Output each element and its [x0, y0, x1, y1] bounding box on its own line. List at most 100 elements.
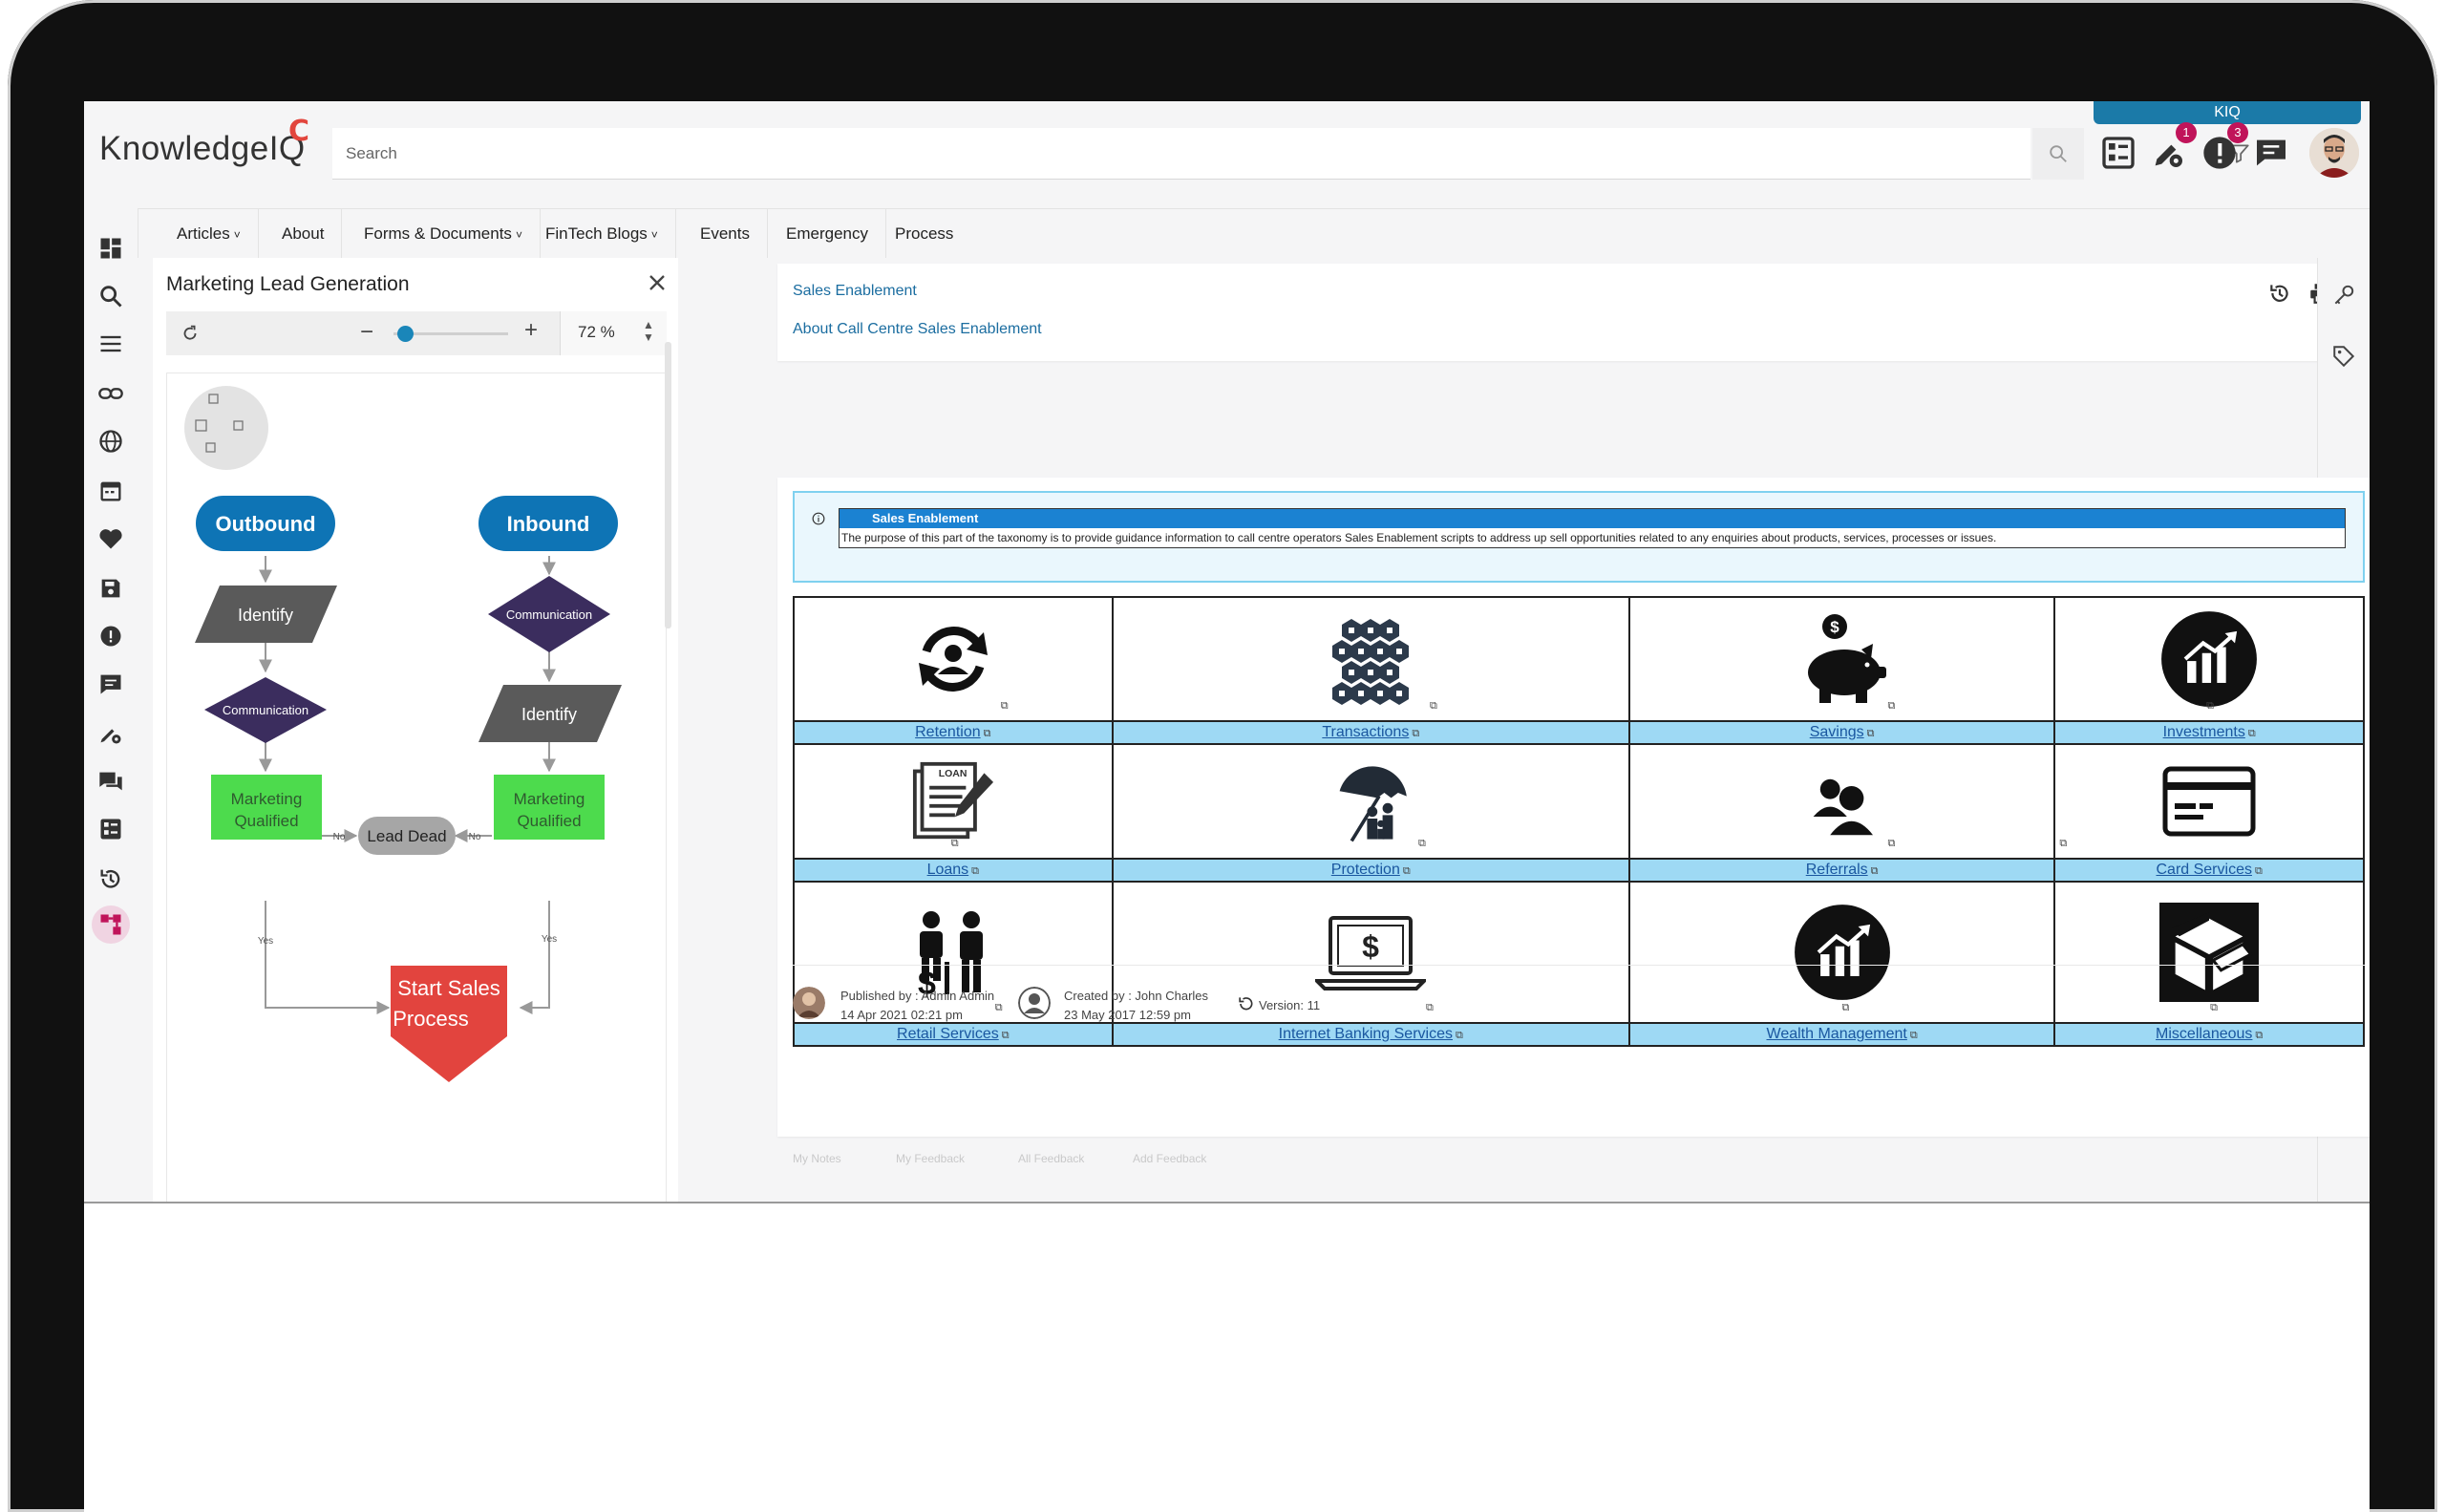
breadcrumb-current-link[interactable]: About Call Centre Sales Enablement	[793, 321, 1042, 338]
retention-icon	[918, 627, 988, 692]
user-avatar[interactable]	[2309, 128, 2359, 178]
node-label: Qualified	[234, 812, 298, 830]
alerts-badge: 3	[2227, 122, 2248, 143]
close-icon[interactable]	[644, 269, 670, 296]
flow-node-outbound[interactable]: Outbound	[196, 496, 335, 551]
dashboard-list-icon[interactable]	[2099, 134, 2137, 172]
flow-node-communication-left[interactable]: Communication	[204, 677, 327, 743]
all-feedback-button[interactable]: All Feedback	[1018, 1152, 1084, 1165]
feedback-toolbar: My Notes My Feedback All Feedback Add Fe…	[777, 1144, 1733, 1173]
panel-scrollbar[interactable]	[665, 342, 671, 628]
heart-icon[interactable]	[97, 525, 124, 552]
search-input[interactable]	[346, 138, 1874, 170]
tile-label-cell: Wealth Management ⧉	[1627, 1022, 2056, 1047]
app-window: KnowledgeIQ 𝗖 KIQ 1 3	[84, 101, 2370, 1203]
node-label: Qualified	[517, 812, 581, 830]
zoom-in-button[interactable]: +	[521, 317, 541, 344]
tile-image-transactions[interactable]: ⧉	[1111, 596, 1630, 722]
flow-canvas[interactable]: Outbound Inbound Identify Communication …	[166, 373, 667, 1203]
refresh-icon[interactable]	[180, 323, 201, 344]
tile-image-savings[interactable]: $ ⧉	[1627, 596, 2056, 722]
globe-icon[interactable]	[97, 428, 124, 455]
tile-link-referrals[interactable]: Referrals	[1806, 862, 1868, 878]
flow-node-inbound[interactable]: Inbound	[478, 496, 618, 551]
flow-node-communication-right[interactable]: Communication	[488, 576, 610, 652]
tile-label-cell: Savings ⧉	[1627, 720, 2056, 745]
search-icon[interactable]	[97, 283, 124, 309]
published-info: Published by : Admin Admin 14 Apr 2021 0…	[840, 987, 994, 1025]
menu-icon[interactable]	[97, 330, 124, 357]
node-label: Inbound	[507, 512, 590, 536]
tile-link-loans[interactable]: Loans	[927, 862, 969, 878]
breadcrumb-parent-link[interactable]: Sales Enablement	[793, 283, 917, 300]
tile-image-protection[interactable]: ⧉	[1111, 743, 1630, 860]
nav-events[interactable]: Events	[683, 209, 768, 259]
tile-link-internet-banking[interactable]: Internet Banking Services	[1279, 1026, 1453, 1042]
key-icon[interactable]	[2331, 283, 2356, 308]
pen-gear-icon[interactable]	[97, 720, 124, 747]
nav-forms-documents[interactable]: Forms & Documents ˅	[347, 209, 541, 259]
created-by: Created by : John Charles	[1064, 989, 1209, 1003]
tile-image-loans[interactable]: LOAN ⧉	[793, 743, 1114, 860]
zoom-spinner-icon[interactable]: ▲ ▼	[643, 319, 654, 344]
zoom-slider-thumb[interactable]	[396, 326, 414, 342]
nav-emergency[interactable]: Emergency	[769, 209, 886, 259]
nav-about[interactable]: About	[265, 209, 343, 259]
alert-icon[interactable]	[97, 623, 124, 650]
my-notes-button[interactable]: My Notes	[793, 1152, 841, 1165]
chat-bubbles-icon[interactable]	[97, 768, 124, 795]
tile-image-referrals[interactable]: ⧉	[1627, 743, 2056, 860]
node-label: Lead Dead	[367, 827, 446, 845]
tile-link-investments[interactable]: Investments	[2163, 724, 2245, 740]
calendar-icon[interactable]	[97, 478, 124, 504]
tile-link-retention[interactable]: Retention	[915, 724, 981, 740]
kiq-tab[interactable]: KIQ	[2094, 101, 2361, 124]
flow-node-identify-right[interactable]: Identify	[478, 685, 622, 742]
tile-link-transactions[interactable]: Transactions	[1322, 724, 1409, 740]
alerts-notifications[interactable]: 3	[2200, 122, 2248, 172]
intro-callout: Sales Enablement The purpose of this par…	[793, 491, 2365, 583]
tile-link-miscellaneous[interactable]: Miscellaneous	[2156, 1026, 2252, 1042]
history-icon[interactable]	[97, 865, 124, 892]
flow-node-start-sales-process[interactable]: Start Sales Process	[391, 966, 507, 1082]
tile-image-card-services[interactable]: ⧉	[2053, 743, 2365, 860]
nav-process[interactable]: Process	[878, 209, 970, 259]
device-frame: KnowledgeIQ 𝗖 KIQ 1 3	[0, 0, 2445, 1512]
zoom-input[interactable]: 72 % ▲ ▼	[560, 311, 667, 355]
process-flow-icon[interactable]	[97, 911, 124, 938]
tag-icon[interactable]	[2331, 344, 2356, 369]
search-button[interactable]	[2032, 128, 2084, 180]
external-link-icon: ⧉	[950, 838, 959, 849]
flow-node-marketing-qualified-right[interactable]: Marketing Qualified	[494, 775, 605, 840]
flow-node-marketing-qualified-left[interactable]: Marketing Qualified	[211, 775, 322, 840]
chat-icon[interactable]	[2252, 134, 2290, 172]
message-icon[interactable]	[97, 671, 124, 697]
external-link-icon: ⧉	[1870, 865, 1879, 877]
nav-fintech-blogs[interactable]: FinTech Blogs ˅	[528, 209, 676, 259]
tile-label-cell: Investments ⧉	[2053, 720, 2365, 745]
flow-node-identify-left[interactable]: Identify	[195, 586, 337, 643]
settings-notifications[interactable]: 1	[2149, 122, 2197, 172]
add-feedback-button[interactable]: Add Feedback	[1133, 1152, 1206, 1165]
dashboard-icon[interactable]	[97, 235, 124, 262]
published-by: Published by : Admin Admin	[840, 989, 995, 1003]
nav-articles[interactable]: Articles ˅	[159, 209, 259, 259]
tile-image-retention[interactable]: ⧉	[793, 596, 1114, 722]
list-board-icon[interactable]	[97, 816, 124, 842]
tile-link-card-services[interactable]: Card Services	[2156, 862, 2251, 878]
main-nav: Articles ˅ About Forms & Documents ˅ FinTe…	[138, 208, 2370, 259]
zoom-out-button[interactable]: −	[357, 319, 376, 346]
link-icon[interactable]	[97, 380, 124, 407]
pan-control[interactable]	[184, 386, 268, 470]
save-icon[interactable]	[97, 575, 124, 602]
tile-link-protection[interactable]: Protection	[1331, 862, 1400, 878]
logo[interactable]: KnowledgeIQ 𝗖	[99, 116, 309, 168]
tile-image-investments[interactable]: ⧉	[2053, 596, 2365, 722]
history-icon[interactable]	[2267, 281, 2292, 306]
my-feedback-button[interactable]: My Feedback	[896, 1152, 965, 1165]
flow-node-lead-dead[interactable]: Lead Dead	[358, 817, 456, 855]
tile-link-retail-services[interactable]: Retail Services	[897, 1026, 999, 1042]
tile-link-savings[interactable]: Savings	[1810, 724, 1864, 740]
panel-title: Marketing Lead Generation	[166, 273, 410, 295]
tile-link-wealth-management[interactable]: Wealth Management	[1767, 1026, 1907, 1042]
